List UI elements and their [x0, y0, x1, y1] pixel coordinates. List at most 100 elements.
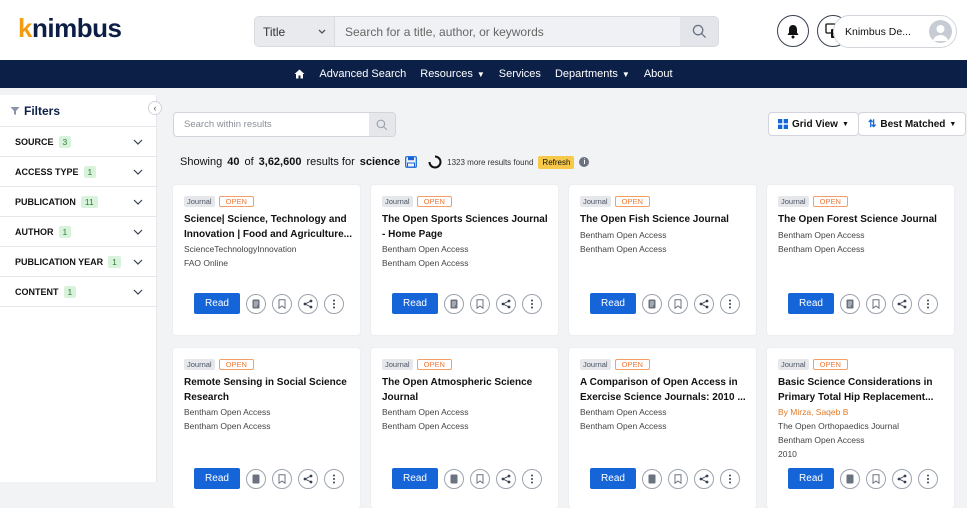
result-card[interactable]: Journal OPEN A Comparison of Open Access … — [569, 348, 756, 508]
bookmark-button[interactable] — [272, 468, 292, 489]
read-button[interactable]: Read — [590, 293, 636, 314]
bookmark-button[interactable] — [668, 468, 688, 489]
filter-content[interactable]: CONTENT 1 — [0, 277, 156, 307]
read-button[interactable]: Read — [590, 468, 636, 489]
document-button[interactable] — [840, 293, 860, 314]
card-title[interactable]: Science| Science, Technology and Innovat… — [184, 212, 354, 242]
share-button[interactable] — [298, 293, 318, 314]
card-title[interactable]: Remote Sensing in Social Science Researc… — [184, 375, 354, 405]
read-button[interactable]: Read — [392, 293, 438, 314]
bookmark-button[interactable] — [668, 293, 688, 314]
more-vertical-icon — [927, 474, 929, 483]
type-tag: Journal — [580, 359, 611, 370]
read-button[interactable]: Read — [788, 293, 834, 314]
card-title[interactable]: A Comparison of Open Access in Exercise … — [580, 375, 750, 405]
document-button[interactable] — [642, 293, 662, 314]
bookmark-button[interactable] — [866, 468, 886, 489]
read-button[interactable]: Read — [194, 293, 240, 314]
nav-departments[interactable]: Departments ▼ — [555, 68, 630, 80]
more-options-button[interactable] — [324, 293, 344, 314]
save-search-icon[interactable] — [405, 156, 418, 168]
open-access-tag: OPEN — [218, 196, 254, 207]
filter-source[interactable]: SOURCE 3 — [0, 127, 156, 157]
read-button[interactable]: Read — [194, 468, 240, 489]
document-button[interactable] — [246, 293, 266, 314]
bookmark-button[interactable] — [272, 293, 292, 314]
more-options-button[interactable] — [720, 468, 740, 489]
type-tag: Journal — [382, 359, 413, 370]
collapse-sidebar-button[interactable]: ‹ — [148, 101, 162, 115]
share-button[interactable] — [496, 468, 516, 489]
filters-sidebar: Filters SOURCE 3 ACCESS TYPE 1 PUBLICATION… — [0, 95, 157, 482]
read-button[interactable]: Read — [392, 468, 438, 489]
document-button[interactable] — [444, 293, 464, 314]
notifications-button[interactable] — [777, 15, 809, 47]
filter-publication[interactable]: PUBLICATION 11 — [0, 187, 156, 217]
document-button[interactable] — [840, 468, 860, 489]
more-options-button[interactable] — [720, 293, 740, 314]
more-options-button[interactable] — [324, 468, 344, 489]
document-button[interactable] — [444, 468, 464, 489]
filter-author[interactable]: AUTHOR 1 — [0, 217, 156, 247]
filter-publication-year[interactable]: PUBLICATION YEAR 1 — [0, 247, 156, 277]
user-menu-button[interactable]: Knimbus De... — [833, 15, 957, 48]
nav-services[interactable]: Services — [499, 68, 541, 80]
document-button[interactable] — [246, 468, 266, 489]
more-options-button[interactable] — [918, 468, 938, 489]
share-icon — [303, 299, 313, 308]
search-within-button[interactable] — [369, 113, 395, 136]
sort-label: Best Matched — [880, 118, 946, 130]
more-options-button[interactable] — [918, 293, 938, 314]
bookmark-button[interactable] — [470, 293, 490, 314]
card-author[interactable]: By Mirza, Saqeb B — [778, 406, 948, 419]
share-button[interactable] — [892, 468, 912, 489]
filter-access-type[interactable]: ACCESS TYPE 1 — [0, 157, 156, 187]
result-card[interactable]: Journal OPEN Science| Science, Technology… — [173, 185, 360, 335]
card-title[interactable]: The Open Sports Sciences Journal - Home … — [382, 212, 552, 242]
nav-about[interactable]: About — [644, 68, 673, 80]
share-button[interactable] — [298, 468, 318, 489]
search-icon — [376, 119, 388, 130]
refresh-button[interactable]: Refresh — [538, 155, 575, 169]
read-button[interactable]: Read — [788, 468, 834, 489]
nav-advanced-search[interactable]: Advanced Search — [319, 68, 406, 80]
search-field-select[interactable]: Title — [255, 17, 335, 46]
result-card[interactable]: Journal OPEN The Open Fish Science Journa… — [569, 185, 756, 335]
sort-dropdown[interactable]: ⇅ Best Matched ▼ — [858, 112, 967, 136]
share-button[interactable] — [694, 468, 714, 489]
share-button[interactable] — [496, 293, 516, 314]
open-access-tag: OPEN — [614, 359, 650, 370]
more-options-button[interactable] — [522, 293, 542, 314]
info-icon[interactable]: i — [579, 157, 590, 167]
top-header: knimbus Title Search for a title, author… — [0, 0, 967, 60]
search-input[interactable]: Search for a title, author, or keywords — [335, 17, 680, 46]
open-access-tag: OPEN — [416, 196, 452, 207]
card-title[interactable]: Basic Science Considerations in Primary … — [778, 375, 948, 405]
search-within-input[interactable]: Search within results — [174, 113, 369, 136]
result-card[interactable]: Journal OPEN Basic Science Considerations… — [767, 348, 954, 508]
more-options-button[interactable] — [522, 468, 542, 489]
card-year: 2010 — [778, 449, 797, 459]
type-tag: Journal — [184, 359, 215, 370]
result-card[interactable]: Journal OPEN Remote Sensing in Social Sci… — [173, 348, 360, 508]
result-card[interactable]: Journal OPEN The Open Sports Sciences Jou… — [371, 185, 558, 335]
share-button[interactable] — [694, 293, 714, 314]
result-card[interactable]: Journal OPEN The Open Atmospheric Science… — [371, 348, 558, 508]
grid-view-dropdown[interactable]: Grid View ▼ — [768, 112, 859, 136]
open-access-tag: OPEN — [812, 196, 848, 207]
bookmark-button[interactable] — [866, 293, 886, 314]
document-icon — [252, 299, 260, 308]
card-title[interactable]: The Open Fish Science Journal — [580, 212, 750, 227]
share-button[interactable] — [892, 293, 912, 314]
result-card[interactable]: Journal OPEN The Open Forest Science Jour… — [767, 185, 954, 335]
knimbus-logo[interactable]: knimbus — [18, 13, 122, 44]
open-access-tag: OPEN — [812, 359, 848, 370]
bookmark-button[interactable] — [470, 468, 490, 489]
card-title[interactable]: The Open Forest Science Journal — [778, 212, 948, 227]
nav-resources[interactable]: Resources ▼ — [420, 68, 485, 80]
document-button[interactable] — [642, 468, 662, 489]
search-button[interactable] — [680, 17, 718, 46]
nav-home[interactable] — [294, 69, 305, 79]
card-title[interactable]: The Open Atmospheric Science Journal — [382, 375, 552, 405]
document-icon — [450, 474, 458, 483]
